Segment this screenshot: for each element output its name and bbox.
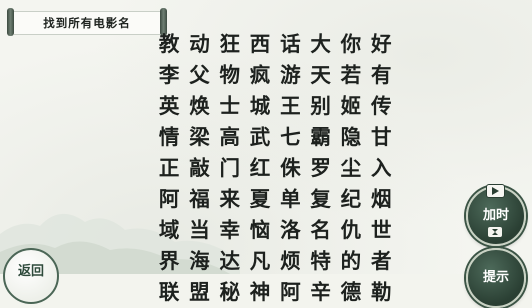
grid-cell[interactable]: 你 bbox=[336, 26, 366, 57]
grid-cell[interactable]: 狂 bbox=[215, 26, 245, 57]
grid-cell[interactable]: 门 bbox=[215, 150, 245, 181]
grid-cell[interactable]: 传 bbox=[366, 88, 396, 119]
grid-cell[interactable]: 洛 bbox=[275, 213, 305, 244]
grid-cell[interactable]: 隐 bbox=[336, 119, 366, 150]
grid-cell[interactable]: 焕 bbox=[184, 88, 214, 119]
grid-cell[interactable]: 达 bbox=[215, 244, 245, 275]
grid-cell[interactable]: 父 bbox=[184, 57, 214, 88]
grid-cell[interactable]: 李 bbox=[154, 57, 184, 88]
add-time-label: 加时 bbox=[482, 207, 509, 223]
grid-cell[interactable]: 好 bbox=[366, 26, 396, 57]
grid-cell[interactable]: 仇 bbox=[336, 213, 366, 244]
grid-cell[interactable]: 者 bbox=[366, 244, 396, 275]
grid-cell[interactable]: 烟 bbox=[366, 181, 396, 212]
grid-cell[interactable]: 盟 bbox=[184, 275, 214, 306]
grid-cell[interactable]: 凡 bbox=[245, 244, 275, 275]
grid-cell[interactable]: 英 bbox=[154, 88, 184, 119]
task-banner: 找到所有电影名 bbox=[7, 8, 167, 36]
grid-cell[interactable]: 若 bbox=[336, 57, 366, 88]
grid-cell[interactable]: 七 bbox=[275, 119, 305, 150]
grid-cell[interactable]: 单 bbox=[275, 181, 305, 212]
grid-cell[interactable]: 城 bbox=[245, 88, 275, 119]
grid-cell[interactable]: 物 bbox=[215, 57, 245, 88]
grid-cell[interactable]: 有 bbox=[366, 57, 396, 88]
task-title: 找到所有电影名 bbox=[43, 16, 131, 30]
grid-cell[interactable]: 特 bbox=[305, 244, 335, 275]
grid-cell[interactable]: 辛 bbox=[305, 275, 335, 306]
hourglass-icon bbox=[488, 222, 502, 241]
grid-cell[interactable]: 德 bbox=[336, 275, 366, 306]
game-screen: 找到所有电影名 教动狂西话大你好李父物疯游天若有英焕士城王别姬传情梁高武七霸隐甘… bbox=[0, 0, 532, 308]
add-time-button[interactable]: 加时 bbox=[466, 184, 526, 246]
grid-cell[interactable]: 天 bbox=[305, 57, 335, 88]
grid-cell[interactable]: 红 bbox=[245, 150, 275, 181]
grid-cell[interactable]: 当 bbox=[184, 213, 214, 244]
grid-cell[interactable]: 入 bbox=[366, 150, 396, 181]
grid-cell[interactable]: 界 bbox=[154, 244, 184, 275]
grid-cell[interactable]: 侏 bbox=[275, 150, 305, 181]
grid-cell[interactable]: 教 bbox=[154, 26, 184, 57]
grid-cell[interactable]: 罗 bbox=[305, 150, 335, 181]
task-paper: 找到所有电影名 bbox=[14, 11, 160, 35]
grid-cell[interactable]: 大 bbox=[305, 26, 335, 57]
grid-cell[interactable]: 甘 bbox=[366, 119, 396, 150]
grid-cell[interactable]: 动 bbox=[184, 26, 214, 57]
grid-cell[interactable]: 西 bbox=[245, 26, 275, 57]
grid-cell[interactable]: 士 bbox=[215, 88, 245, 119]
grid-cell[interactable]: 正 bbox=[154, 150, 184, 181]
grid-cell[interactable]: 姬 bbox=[336, 88, 366, 119]
grid-cell[interactable]: 阿 bbox=[275, 275, 305, 306]
character-grid: 教动狂西话大你好李父物疯游天若有英焕士城王别姬传情梁高武七霸隐甘正敲门红侏罗尘入… bbox=[154, 26, 396, 306]
scroll-roller-left bbox=[7, 8, 14, 36]
grid-cell[interactable]: 别 bbox=[305, 88, 335, 119]
grid-cell[interactable]: 恼 bbox=[245, 213, 275, 244]
grid-cell[interactable]: 世 bbox=[366, 213, 396, 244]
grid-cell[interactable]: 烦 bbox=[275, 244, 305, 275]
grid-cell[interactable]: 疯 bbox=[245, 57, 275, 88]
hint-label: 提示 bbox=[482, 269, 509, 285]
grid-cell[interactable]: 梁 bbox=[184, 119, 214, 150]
grid-cell[interactable]: 复 bbox=[305, 181, 335, 212]
grid-cell[interactable]: 敲 bbox=[184, 150, 214, 181]
back-button[interactable]: 返回 bbox=[3, 248, 59, 304]
grid-cell[interactable]: 情 bbox=[154, 119, 184, 150]
grid-cell[interactable]: 秘 bbox=[215, 275, 245, 306]
grid-cell[interactable]: 尘 bbox=[336, 150, 366, 181]
grid-cell[interactable]: 勒 bbox=[366, 275, 396, 306]
video-icon bbox=[486, 184, 505, 198]
hint-button[interactable]: 提示 bbox=[466, 248, 526, 308]
back-label: 返回 bbox=[17, 264, 44, 279]
grid-cell[interactable]: 阿 bbox=[154, 181, 184, 212]
grid-cell[interactable]: 王 bbox=[275, 88, 305, 119]
grid-cell[interactable]: 游 bbox=[275, 57, 305, 88]
grid-cell[interactable]: 话 bbox=[275, 26, 305, 57]
grid-cell[interactable]: 福 bbox=[184, 181, 214, 212]
grid-cell[interactable]: 来 bbox=[215, 181, 245, 212]
grid-cell[interactable]: 霸 bbox=[305, 119, 335, 150]
grid-cell[interactable]: 纪 bbox=[336, 181, 366, 212]
grid-cell[interactable]: 武 bbox=[245, 119, 275, 150]
grid-cell[interactable]: 高 bbox=[215, 119, 245, 150]
grid-cell[interactable]: 神 bbox=[245, 275, 275, 306]
grid-cell[interactable]: 幸 bbox=[215, 213, 245, 244]
grid-cell[interactable]: 的 bbox=[336, 244, 366, 275]
grid-cell[interactable]: 联 bbox=[154, 275, 184, 306]
grid-cell[interactable]: 域 bbox=[154, 213, 184, 244]
grid-cell[interactable]: 夏 bbox=[245, 181, 275, 212]
grid-cell[interactable]: 海 bbox=[184, 244, 214, 275]
grid-cell[interactable]: 名 bbox=[305, 213, 335, 244]
